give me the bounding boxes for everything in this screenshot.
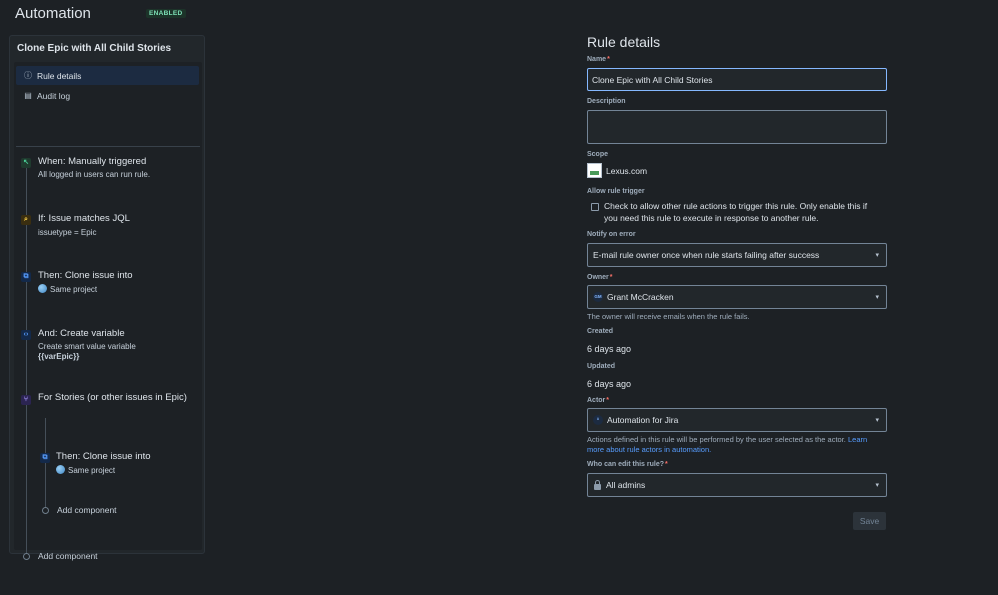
status-badge: ENABLED [146,9,186,18]
allow-trigger-text-2: you need this rule to execute in respons… [604,213,819,223]
condition-component[interactable]: ⌕ If: Issue matches JQL issuetype = Epic [14,213,202,249]
allow-trigger-label: Allow rule trigger [587,188,645,195]
component-subtitle: Same project [38,284,97,294]
notify-selected-value: E-mail rule owner once when rule starts … [593,250,820,260]
component-title: For Stories (or other issues in Epic) [38,392,187,403]
actor-help-text: Actions defined in this rule will be per… [587,435,868,444]
nested-clone-component[interactable]: ⧉ Then: Clone issue into Same project [32,451,202,481]
add-dot-icon [23,553,30,560]
notify-label: Notify on error [587,231,636,238]
branch-component[interactable]: ⑂ For Stories (or other issues in Epic) [14,392,202,419]
name-input[interactable]: Clone Epic with All Child Stories [587,68,887,91]
component-title: When: Manually triggered [38,156,147,167]
component-title: Then: Clone issue into [56,451,151,462]
scope-label: Scope [587,151,609,158]
trigger-icon: ↖ [21,158,31,168]
component-variable-name: {{varEpic}} [38,352,80,361]
rule-components-list: ⓘ Rule details ▤ Audit log ↖ When: Manua… [14,62,202,561]
document-icon: ▤ [24,91,32,100]
scope-value: Lexus.com [587,163,647,178]
actor-select[interactable]: ᴬ Automation for Jira ▾ [587,408,887,432]
clone-icon: ⧉ [21,272,31,282]
lock-icon [593,480,602,490]
globe-icon [56,465,65,474]
variable-icon: ‹› [21,330,31,340]
component-title: And: Create variable [38,328,125,339]
actor-selected-value: Automation for Jira [607,415,679,425]
notify-select[interactable]: E-mail rule owner once when rule starts … [587,243,887,267]
allow-trigger-checkbox[interactable] [591,203,599,211]
add-component-branch-button[interactable]: Add component [57,505,117,515]
component-title: If: Issue matches JQL [38,213,130,224]
divider [16,146,200,147]
nav-item-audit-log[interactable]: ▤ Audit log [16,86,199,105]
project-image-icon [587,163,602,178]
owner-selected-value: Grant McCracken [607,292,674,302]
learn-more-link-2[interactable]: more about rule actors in automation. [587,445,711,454]
component-subtitle: All logged in users can run rule. [38,170,151,179]
owner-label: Owner* [587,274,613,281]
action-clone-component[interactable]: ⧉ Then: Clone issue into Same project [14,270,202,306]
add-dot-icon [42,507,49,514]
nav-item-rule-details[interactable]: ⓘ Rule details [16,66,199,85]
search-icon: ⌕ [21,215,31,225]
created-label: Created [587,328,614,335]
component-subtitle: Create smart value variable [38,342,136,351]
chevron-down-icon: ▾ [875,294,879,301]
updated-label: Updated [587,363,615,370]
project-label: Same project [50,285,98,294]
name-label: Name* [587,56,610,63]
component-subtitle: issuetype = Epic [38,228,97,237]
info-icon: ⓘ [24,71,32,80]
allow-trigger-text-1: Check to allow other rule actions to tri… [604,201,868,211]
create-variable-component[interactable]: ‹› And: Create variable Create smart val… [14,328,202,368]
editors-select[interactable]: All admins ▾ [587,473,887,497]
chevron-down-icon: ▾ [875,482,879,489]
avatar: GM [593,292,603,302]
nav-item-label: Audit log [37,90,71,101]
form-title: Rule details [587,34,661,50]
globe-icon [38,284,47,293]
description-input[interactable] [587,110,887,144]
learn-more-link[interactable]: Learn [848,435,867,444]
description-label: Description [587,98,626,105]
nav-item-label: Rule details [37,70,82,81]
trigger-component[interactable]: ↖ When: Manually triggered All logged in… [14,156,202,192]
created-value: 6 days ago [587,344,632,354]
chevron-down-icon: ▾ [875,252,879,259]
rule-name-heading: Clone Epic with All Child Stories [17,43,172,54]
component-title: Then: Clone issue into [38,270,133,281]
branch-icon: ⑂ [21,395,31,405]
automation-icon: ᴬ [593,415,603,425]
project-label: Same project [68,466,116,475]
component-subtitle: Same project [56,465,115,475]
clone-icon: ⧉ [40,453,50,463]
rule-panel: Clone Epic with All Child Stories ⓘ Rule… [9,35,205,561]
chevron-down-icon: ▾ [875,417,879,424]
scope-text: Lexus.com [606,165,648,176]
owner-help-text: The owner will receive emails when the r… [587,312,750,321]
save-button[interactable]: Save [853,512,886,530]
add-component-button[interactable]: Add component [38,551,98,561]
owner-select[interactable]: GM Grant McCracken ▾ [587,285,887,309]
editors-label: Who can edit this rule?* [587,461,668,468]
actor-label: Actor* [587,397,610,404]
page-title: Automation [15,5,91,22]
updated-value: 6 days ago [587,379,632,389]
editors-selected-value: All admins [606,480,646,490]
